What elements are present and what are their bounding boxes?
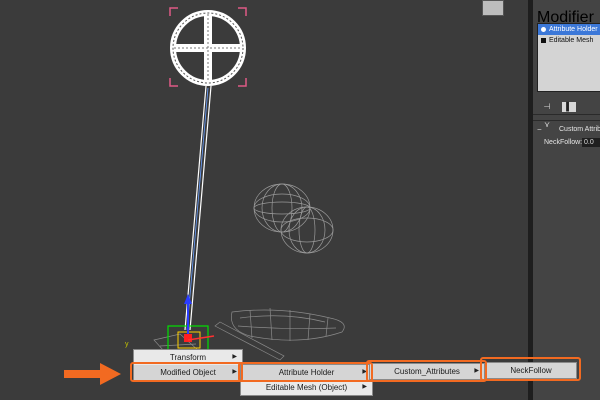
wireframe-head-mesh — [253, 183, 334, 254]
callout-highlight — [366, 360, 487, 382]
custom-attributes-rollout[interactable]: − Custom Attributes — [535, 125, 600, 134]
neckfollow-label: NeckFollow: — [544, 139, 583, 146]
modifier-stack-item-attribute-holder[interactable]: Attribute Holder — [538, 24, 600, 35]
modifier-stack-label: Editable Mesh — [549, 37, 594, 44]
show-end-result-icon[interactable]: ▌ — [562, 102, 576, 112]
light-bulb-icon[interactable] — [541, 26, 546, 32]
neck-control-shape[interactable] — [170, 10, 246, 86]
modifier-stack[interactable]: Attribute Holder Editable Mesh — [537, 23, 600, 92]
panel-separator — [533, 120, 600, 121]
rollout-title: Custom Attributes — [559, 126, 600, 133]
panel-separator — [533, 114, 600, 115]
collapse-icon[interactable]: − — [537, 125, 542, 134]
neckfollow-spinner[interactable]: 0.0 — [582, 138, 600, 147]
menu-item-editable-mesh-object[interactable]: Editable Mesh (Object) ▶ — [241, 380, 372, 395]
callout-arrow-icon — [64, 363, 121, 385]
submenu-arrow-icon: ▶ — [362, 384, 367, 390]
mesh-object-icon — [541, 37, 546, 43]
axis-label-y: y — [125, 341, 129, 348]
scene-graphics — [153, 7, 345, 361]
modifier-stack-label: Attribute Holder — [549, 26, 598, 33]
viewcube-icon[interactable] — [482, 0, 504, 16]
callout-highlight — [480, 357, 581, 381]
modifier-stack-item-editable-mesh[interactable]: Editable Mesh — [538, 35, 600, 46]
callout-highlight — [238, 362, 373, 382]
bone-line — [184, 85, 212, 331]
callout-highlight — [130, 362, 243, 382]
pin-stack-icon[interactable]: ⊣ — [540, 102, 554, 112]
menu-item-label: Editable Mesh (Object) — [265, 383, 348, 392]
perspective-viewport[interactable]: y — [0, 0, 531, 400]
stack-toolbar: ⊣ ▌⋎ — [540, 96, 600, 129]
